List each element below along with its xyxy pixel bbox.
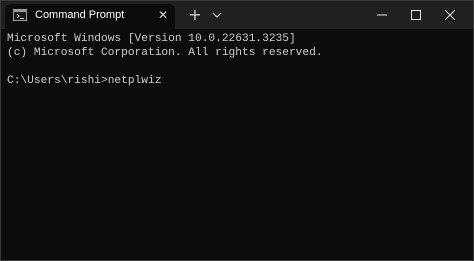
console-line-command: C:\Users\rishi>netplwiz xyxy=(7,75,162,87)
chevron-down-icon xyxy=(212,12,222,18)
console-line-copyright: (c) Microsoft Corporation. All rights re… xyxy=(7,47,323,59)
new-tab-button[interactable]: + xyxy=(185,6,205,24)
minimize-icon xyxy=(377,14,387,16)
minimize-button[interactable] xyxy=(359,1,405,29)
tab-close-button[interactable]: ✕ xyxy=(155,7,171,23)
close-icon xyxy=(445,10,455,20)
plus-icon: + xyxy=(188,5,202,24)
console-output[interactable]: Microsoft Windows [Version 10.0.22631.32… xyxy=(1,29,473,260)
console-line-version: Microsoft Windows [Version 10.0.22631.32… xyxy=(7,33,296,45)
maximize-icon xyxy=(411,10,421,20)
tab-command-prompt[interactable]: Command Prompt ✕ xyxy=(5,4,175,29)
terminal-window: Command Prompt ✕ + Microsoft Windows [Ve… xyxy=(0,0,474,261)
title-bar: Command Prompt ✕ + xyxy=(1,1,473,29)
tab-dropdown-button[interactable] xyxy=(207,6,227,24)
console-line-blank xyxy=(7,60,473,74)
cmd-terminal-icon xyxy=(13,9,27,21)
tab-title: Command Prompt xyxy=(35,9,125,21)
close-icon: ✕ xyxy=(157,8,169,22)
close-window-button[interactable] xyxy=(427,1,473,29)
maximize-button[interactable] xyxy=(405,1,427,29)
